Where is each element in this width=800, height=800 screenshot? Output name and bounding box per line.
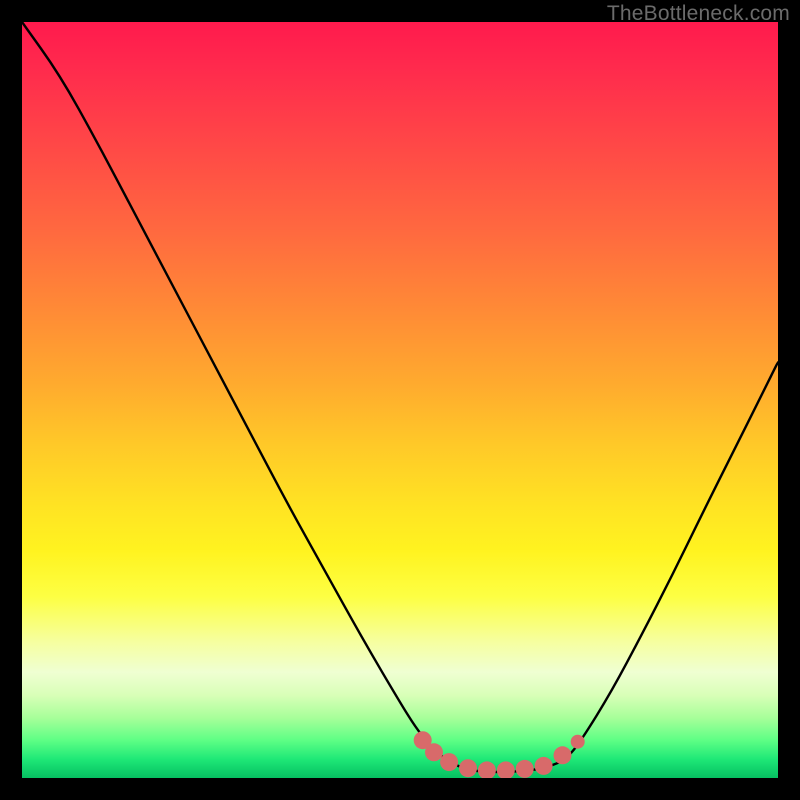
- highlight-dot: [440, 753, 458, 771]
- plot-area: [22, 22, 778, 778]
- highlight-dot: [459, 759, 477, 777]
- chart-stage: TheBottleneck.com: [0, 0, 800, 800]
- highlight-dot: [516, 760, 534, 778]
- highlight-dot: [554, 746, 572, 764]
- bottleneck-curve: [22, 22, 778, 772]
- highlight-dot: [425, 743, 443, 761]
- highlight-dot: [497, 761, 515, 778]
- highlight-dot: [535, 757, 553, 775]
- highlight-outlier-dot: [571, 735, 585, 749]
- highlight-dots: [414, 731, 572, 778]
- curve-layer: [22, 22, 778, 778]
- highlight-dot: [478, 761, 496, 778]
- watermark-text: TheBottleneck.com: [607, 2, 790, 26]
